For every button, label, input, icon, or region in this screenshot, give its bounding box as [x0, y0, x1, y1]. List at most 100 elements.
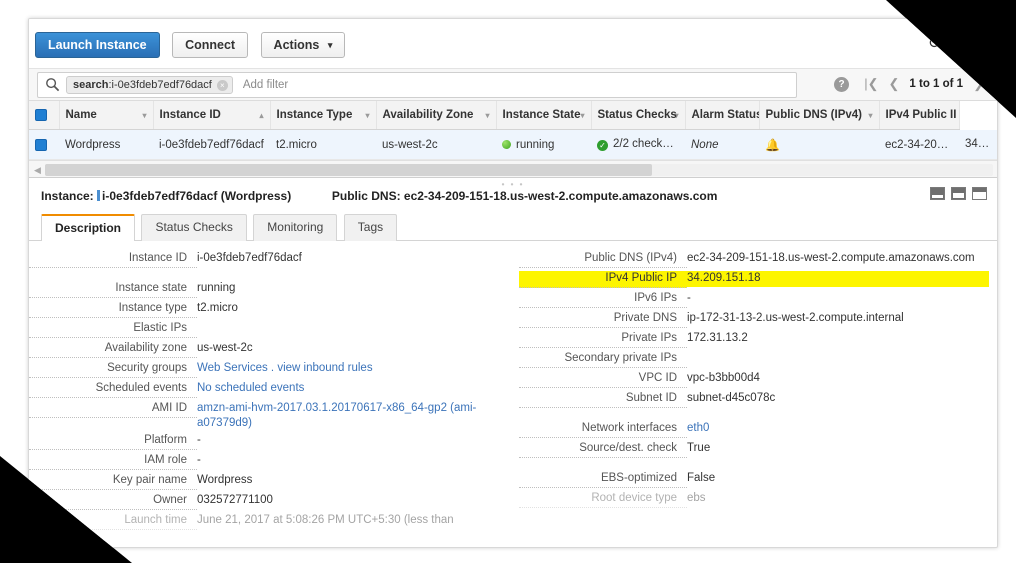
description-row: Scheduled events No scheduled events	[29, 381, 499, 400]
cell-status-checks: ✓ 2/2 checks ...	[591, 129, 685, 161]
search-filter-token[interactable]: search : i-0e3fdeb7edf76dacf ×	[66, 76, 233, 94]
sort-icon: ▾	[142, 111, 147, 121]
description-value: True	[687, 442, 711, 455]
description-row: Launch time June 21, 2017 at 5:08:26 PM U…	[29, 513, 499, 532]
scrollbar-track[interactable]	[45, 164, 993, 177]
description-label: IPv4 Public IP	[519, 271, 687, 289]
launch-instance-label: Launch Instance	[48, 38, 147, 52]
description-value: ip-172-31-13-2.us-west-2.compute.interna…	[687, 312, 904, 325]
select-all-checkbox[interactable]	[35, 109, 47, 121]
chevron-down-icon: ▾	[327, 40, 333, 50]
tab-status-checks[interactable]: Status Checks	[141, 214, 247, 242]
screenshot-stage: Launch Instance Connect Actions ▾ ↻ sear…	[0, 0, 1016, 563]
description-value[interactable]: eth0	[687, 421, 989, 437]
column-ipv4-public-ip[interactable]: IPv4 Public II	[879, 101, 960, 131]
table-row[interactable]: Wordpress i-0e3fdeb7edf76dacf t2.micro u…	[29, 129, 997, 161]
description-row: IPv4 Public IP 34.209.151.18	[519, 271, 989, 290]
description-label: Key pair name	[29, 473, 197, 491]
connect-button[interactable]: Connect	[172, 32, 249, 58]
tab-description[interactable]: Description	[41, 214, 136, 242]
column-alarm-status[interactable]: Alarm Status	[685, 101, 760, 131]
cell-alarm-icon-cell[interactable]: 🔔	[759, 129, 879, 161]
prev-page-button[interactable]: ❮	[884, 76, 905, 92]
description-value[interactable]: No scheduled events	[197, 381, 499, 397]
pane-layout-split-icon[interactable]	[951, 187, 966, 201]
column-instance-type[interactable]: ▾ Instance Type	[270, 101, 377, 131]
row-checkbox[interactable]	[35, 138, 47, 151]
description-value: 172.31.13.2	[687, 332, 748, 345]
table-header-row: ▾ Name ▴ Instance ID ▾ Instance Type ▾ A…	[29, 101, 997, 131]
column-public-dns[interactable]: ▾ Public DNS (IPv4)	[759, 101, 880, 131]
scroll-left-icon[interactable]: ◀	[32, 164, 43, 176]
description-row: AMI ID amzn-ami-hvm-2017.03.1.20170617-x8…	[29, 401, 499, 432]
column-name[interactable]: ▾ Name	[59, 101, 154, 131]
description-row: Security groups Web Services . view inbou…	[29, 361, 499, 380]
column-availability-zone[interactable]: ▾ Availability Zone	[376, 101, 497, 131]
description-value: -	[687, 292, 691, 305]
cell-instance-type: t2.micro	[270, 129, 376, 161]
description-row: Elastic IPs	[29, 321, 499, 340]
search-token-key: search	[73, 79, 109, 91]
toolbar: Launch Instance Connect Actions ▾ ↻	[29, 19, 997, 69]
description-row: Availability zone us-west-2c	[29, 341, 499, 360]
sort-icon: ▴	[259, 111, 264, 121]
actions-button[interactable]: Actions ▾	[260, 32, 346, 58]
search-token-value: i-0e3fdeb7edf76dacf	[111, 79, 212, 91]
pane-layout-controls	[930, 187, 987, 201]
description-value[interactable]: amzn-ami-hvm-2017.03.1.20170617-x86_64-g…	[197, 401, 499, 432]
column-status-checks-label: Status Checks	[597, 109, 677, 122]
description-left-column: Instance ID i-0e3fdeb7edf76dacf Instance s…	[29, 251, 499, 533]
cell-instance-id: i-0e3fdeb7edf76dacf	[153, 129, 270, 161]
detail-tabs: Description Status Checks Monitoring Tag…	[29, 214, 997, 242]
description-value: us-west-2c	[197, 342, 253, 355]
pane-layout-bottom-icon[interactable]	[930, 187, 945, 201]
cell-alarm-status: None	[685, 129, 759, 161]
cell-name: Wordpress	[59, 129, 153, 161]
column-instance-state-label: Instance State	[502, 109, 581, 122]
description-value	[197, 321, 499, 322]
tab-description-label: Description	[55, 221, 122, 236]
column-status-checks[interactable]: ▾ Status Checks	[591, 101, 686, 131]
description-label: Root device type	[519, 491, 687, 509]
description-row: Source/dest. check True	[519, 441, 989, 460]
description-value: ebs	[687, 492, 706, 505]
description-label: Elastic IPs	[29, 321, 197, 339]
description-value[interactable]: Web Services . view inbound rules	[197, 361, 499, 377]
cell-status-checks-label: 2/2 checks ...	[613, 138, 681, 151]
tab-status-checks-label: Status Checks	[155, 220, 233, 235]
description-value: t2.micro	[197, 302, 238, 315]
ec2-console: Launch Instance Connect Actions ▾ ↻ sear…	[28, 18, 998, 548]
close-icon[interactable]: ×	[216, 79, 228, 91]
pagination: |❮ ❮ 1 to 1 of 1 ❯	[859, 76, 989, 92]
column-instance-state[interactable]: ▾ Instance State	[496, 101, 592, 131]
tab-monitoring[interactable]: Monitoring	[253, 214, 338, 242]
description-label: Availability zone	[29, 341, 197, 359]
pagination-count: 1 to 1 of 1	[909, 78, 964, 90]
horizontal-scrollbar[interactable]: ◀	[29, 160, 997, 179]
detail-header: • • • Instance: i-0e3fdeb7edf76dacf (Wor…	[29, 178, 997, 215]
cell-ipv4-public-ip: 34.209.151.18	[959, 129, 997, 161]
description-label: Subnet ID	[519, 391, 687, 409]
refresh-icon[interactable]: ↻	[923, 33, 945, 55]
cell-availability-zone: us-west-2c	[376, 129, 496, 161]
row-select-cell[interactable]	[29, 129, 59, 161]
help-icon[interactable]: ?	[834, 77, 849, 92]
search-input[interactable]: search : i-0e3fdeb7edf76dacf × Add filte…	[37, 72, 797, 98]
select-all-header[interactable]	[29, 101, 60, 131]
detail-dns-value: ec2-34-209-151-18.us-west-2.compute.amaz…	[403, 189, 718, 204]
pane-layout-top-icon[interactable]	[972, 187, 987, 201]
column-instance-type-label: Instance Type	[276, 109, 353, 122]
status-running-icon	[502, 139, 511, 149]
launch-instance-button[interactable]: Launch Instance	[35, 32, 160, 58]
first-page-button[interactable]: |❮	[859, 76, 883, 92]
description-row: Secondary private IPs	[519, 351, 989, 370]
tab-tags[interactable]: Tags	[343, 214, 398, 242]
add-filter-placeholder[interactable]: Add filter	[243, 79, 288, 91]
resize-grip-icon[interactable]: • • •	[502, 180, 525, 189]
search-icon	[46, 78, 60, 92]
scrollbar-thumb[interactable]	[45, 164, 652, 177]
description-value: ec2-34-209-151-18.us-west-2.compute.amaz…	[687, 252, 975, 265]
description-row: EBS-optimized False	[519, 471, 989, 490]
column-instance-id[interactable]: ▴ Instance ID	[153, 101, 271, 131]
next-page-button[interactable]: ❯	[968, 76, 989, 92]
